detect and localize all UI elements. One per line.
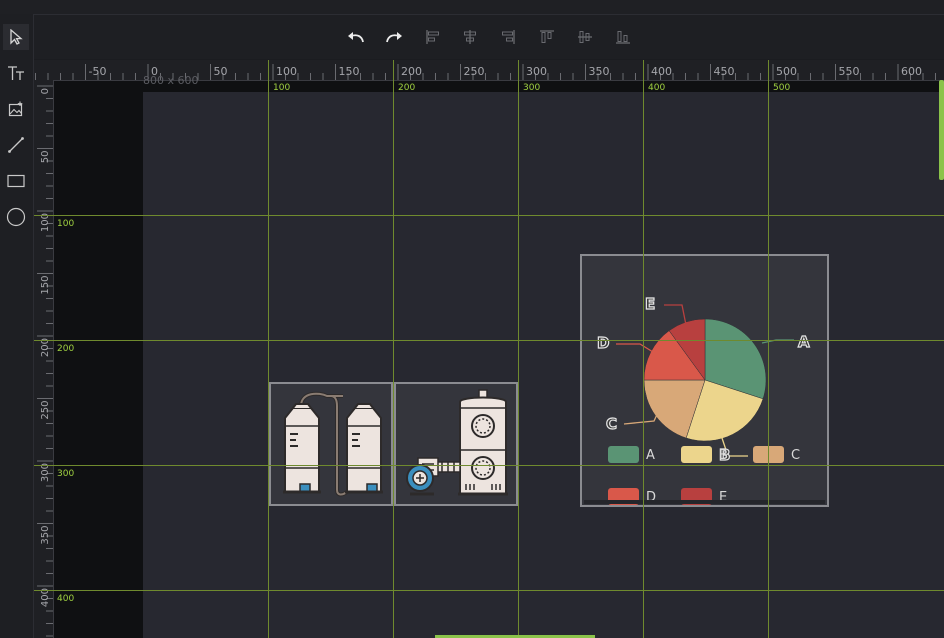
vertical-guide-label: 500 (773, 83, 791, 93)
circle-tool[interactable] (3, 204, 29, 230)
align-right-button[interactable] (496, 25, 520, 49)
circle-icon (6, 207, 26, 227)
align-middle-v-button[interactable] (573, 25, 597, 49)
pie-leader-line (616, 343, 654, 353)
ruler-top-label: 200 (401, 65, 422, 78)
pie-chart-component[interactable]: ABCDEABCDE (580, 254, 829, 507)
legend-label: C (791, 448, 800, 463)
ruler-left-label: 350 (40, 526, 51, 545)
horizontal-guide-line[interactable] (34, 465, 944, 466)
undo-icon (348, 32, 364, 43)
window-top-strip (0, 0, 944, 15)
ruler-left-label: 50 (40, 151, 51, 164)
vertical-guide-label: 100 (273, 83, 291, 93)
ruler-top-label: 50 (214, 65, 228, 78)
vertical-ruler[interactable]: 0 50 100 150 200 250 300 350 400 (34, 80, 54, 638)
horizontal-guide-line[interactable] (34, 215, 944, 216)
legend-label: A (646, 448, 655, 463)
text-icon (8, 66, 24, 80)
tool-palette (0, 14, 34, 638)
ruler-top-label: 350 (589, 65, 610, 78)
ruler-top-label: 600 (901, 65, 922, 78)
ruler-top-label: 550 (839, 65, 860, 78)
text-tool[interactable] (3, 60, 29, 86)
ruler-left-label: 250 (40, 401, 51, 420)
redo-button[interactable] (382, 25, 406, 49)
align-left-icon (426, 30, 439, 44)
align-bottom-icon (616, 31, 630, 44)
horizontal-guide-label: 200 (57, 344, 75, 354)
vertical-scrollbar[interactable] (939, 80, 944, 180)
vertical-guide-label: 400 (648, 83, 666, 93)
select-tool[interactable] (3, 24, 29, 50)
twin-tank-component[interactable] (269, 382, 393, 506)
image-tool[interactable] (3, 96, 29, 122)
redo-icon (386, 32, 402, 43)
align-bottom-button[interactable] (611, 25, 635, 49)
vertical-guide-line[interactable] (643, 60, 644, 638)
top-toolbar (34, 15, 944, 59)
pie-callout-label: C (606, 415, 617, 433)
legend-swatch-b[interactable] (681, 446, 712, 463)
align-top-icon (540, 30, 554, 43)
line-icon (8, 137, 24, 153)
vertical-guide-line[interactable] (268, 60, 269, 638)
align-top-button[interactable] (535, 25, 559, 49)
align-center-horizontal-icon (464, 30, 476, 44)
ruler-left-label: 0 (40, 88, 51, 94)
image-icon (8, 101, 23, 117)
vertical-guide-line[interactable] (518, 60, 519, 638)
ruler-top-label: 150 (339, 65, 360, 78)
horizontal-guide-label: 300 (57, 469, 75, 479)
align-center-h-button[interactable] (458, 25, 482, 49)
blower-tower-icon (406, 389, 508, 496)
align-right-icon (502, 30, 515, 44)
ruler-left-label: 150 (40, 276, 51, 295)
ruler-top-label: 450 (714, 65, 735, 78)
undo-button[interactable] (344, 25, 368, 49)
pie-leader-line (664, 304, 687, 326)
rect-tool[interactable] (3, 168, 29, 194)
ruler-top-label: 250 (464, 65, 485, 78)
ruler-top-label: 100 (276, 65, 297, 78)
canvas-size-label: 800 x 600 (143, 74, 199, 87)
align-middle-vertical-icon (578, 31, 592, 43)
ruler-top-label: 300 (526, 65, 547, 78)
pie-chart: ABCDEA B CD E (584, 294, 825, 505)
horizontal-guide-line[interactable] (34, 590, 944, 591)
align-left-button[interactable] (421, 25, 445, 49)
legend-label: B (719, 448, 728, 463)
line-tool[interactable] (3, 132, 29, 158)
vertical-guide-line[interactable] (393, 60, 394, 638)
cursor-icon (10, 29, 23, 45)
ruler-top-label: 500 (776, 65, 797, 78)
pie-callout-label: E (645, 295, 655, 313)
pie-callout-label: A (798, 333, 810, 351)
horizontal-guide-label: 400 (57, 594, 75, 604)
rectangle-icon (7, 174, 25, 188)
vertical-guide-label: 200 (398, 83, 416, 93)
legend-swatch-a[interactable] (608, 446, 639, 463)
horizontal-guide-label: 100 (57, 219, 75, 229)
twin-tanks-icon (283, 391, 383, 497)
blower-tower-component[interactable] (394, 382, 518, 506)
horizontal-guide-line[interactable] (34, 340, 944, 341)
ruler-top-label: 400 (651, 65, 672, 78)
vertical-guide-line[interactable] (768, 60, 769, 638)
ruler-top-label: -50 (89, 65, 107, 78)
pie-callout-label: D (597, 334, 609, 352)
vertical-guide-label: 300 (523, 83, 541, 93)
